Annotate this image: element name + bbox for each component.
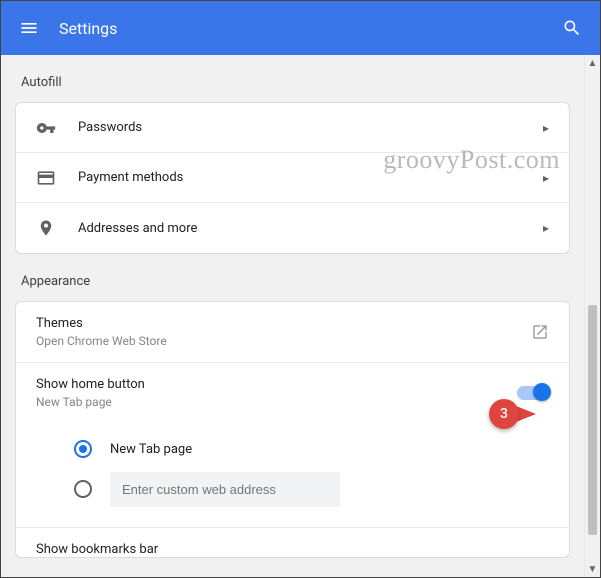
row-show-home-button: Show home button New Tab page	[16, 363, 569, 423]
location-icon	[36, 219, 56, 237]
home-button-options: New Tab page	[16, 423, 569, 527]
radio-custom-url[interactable]	[74, 469, 549, 509]
row-label: Addresses and more	[78, 221, 543, 236]
row-themes[interactable]: Themes Open Chrome Web Store	[16, 302, 569, 363]
menu-icon[interactable]	[17, 16, 41, 40]
chevron-right-icon: ▸	[543, 121, 549, 135]
radio-new-tab[interactable]: New Tab page	[74, 429, 549, 469]
custom-url-input[interactable]	[110, 472, 340, 507]
home-button-label: Show home button	[36, 377, 517, 392]
row-label: Passwords	[78, 120, 543, 135]
row-label: Payment methods	[78, 170, 543, 185]
scroll-down-arrow[interactable]: ▼	[585, 561, 600, 577]
toggle-knob	[533, 383, 551, 401]
row-addresses[interactable]: Addresses and more ▸	[16, 203, 569, 253]
row-passwords[interactable]: Passwords ▸	[16, 103, 569, 153]
radio-label: New Tab page	[110, 442, 192, 457]
app-bar: Settings	[1, 1, 600, 55]
themes-label: Themes	[36, 316, 531, 331]
external-link-icon	[531, 323, 549, 341]
row-payment-methods[interactable]: Payment methods ▸	[16, 153, 569, 203]
home-button-toggle[interactable]	[517, 386, 549, 400]
radio-icon-unchecked	[74, 480, 92, 498]
settings-content: Autofill Passwords ▸ Payment methods ▸	[1, 55, 584, 577]
row-show-bookmarks-bar[interactable]: Show bookmarks bar	[16, 527, 569, 557]
chevron-right-icon: ▸	[543, 221, 549, 235]
chevron-right-icon: ▸	[543, 171, 549, 185]
section-title-autofill: Autofill	[15, 55, 570, 102]
appearance-card: Themes Open Chrome Web Store Show home b…	[15, 301, 570, 558]
scroll-up-arrow[interactable]: ▲	[585, 55, 600, 71]
search-icon[interactable]	[560, 16, 584, 40]
key-icon	[36, 118, 56, 138]
credit-card-icon	[36, 168, 56, 188]
page-title: Settings	[59, 19, 560, 38]
vertical-scrollbar[interactable]: ▲ ▼	[584, 55, 600, 577]
autofill-card: Passwords ▸ Payment methods ▸ Addresses …	[15, 102, 570, 254]
scrollbar-thumb[interactable]	[588, 305, 597, 535]
radio-icon-checked	[74, 440, 92, 458]
home-button-sublabel: New Tab page	[36, 395, 517, 409]
themes-sublabel: Open Chrome Web Store	[36, 334, 531, 348]
section-title-appearance: Appearance	[15, 254, 570, 301]
